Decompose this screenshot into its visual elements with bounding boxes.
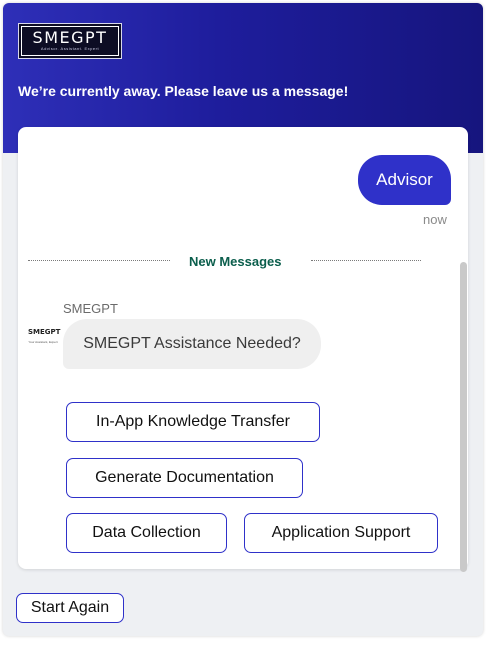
start-again-button[interactable]: Start Again	[16, 593, 124, 623]
option-in-app-knowledge-transfer[interactable]: In-App Knowledge Transfer	[66, 402, 320, 442]
logo-text: SMEGPT	[32, 28, 108, 47]
option-generate-documentation[interactable]: Generate Documentation	[66, 458, 303, 498]
conversation-scrollbar[interactable]	[460, 262, 467, 572]
bot-name: SMEGPT	[63, 301, 118, 316]
option-application-support[interactable]: Application Support	[244, 513, 438, 553]
bot-avatar: SMEGPT Your Assistant, Expert	[28, 321, 61, 351]
bot-avatar-tagline: Your Assistant, Expert	[28, 340, 58, 344]
bot-avatar-text: SMEGPT	[28, 328, 61, 336]
chat-widget: SMEGPT Advisor. Assistant. Expert We’re …	[3, 3, 483, 636]
smegpt-logo: SMEGPT Advisor. Assistant. Expert	[18, 23, 122, 59]
option-data-collection[interactable]: Data Collection	[66, 513, 227, 553]
away-message: We’re currently away. Please leave us a …	[18, 83, 349, 99]
divider-line-right	[311, 260, 421, 261]
new-messages-divider: New Messages	[189, 254, 282, 269]
logo-tagline: Advisor. Assistant. Expert	[40, 46, 100, 51]
bot-message-bubble: SMEGPT Assistance Needed?	[63, 319, 321, 369]
user-message-bubble: Advisor	[358, 155, 451, 205]
divider-line-left	[28, 260, 170, 261]
message-timestamp: now	[423, 212, 447, 227]
